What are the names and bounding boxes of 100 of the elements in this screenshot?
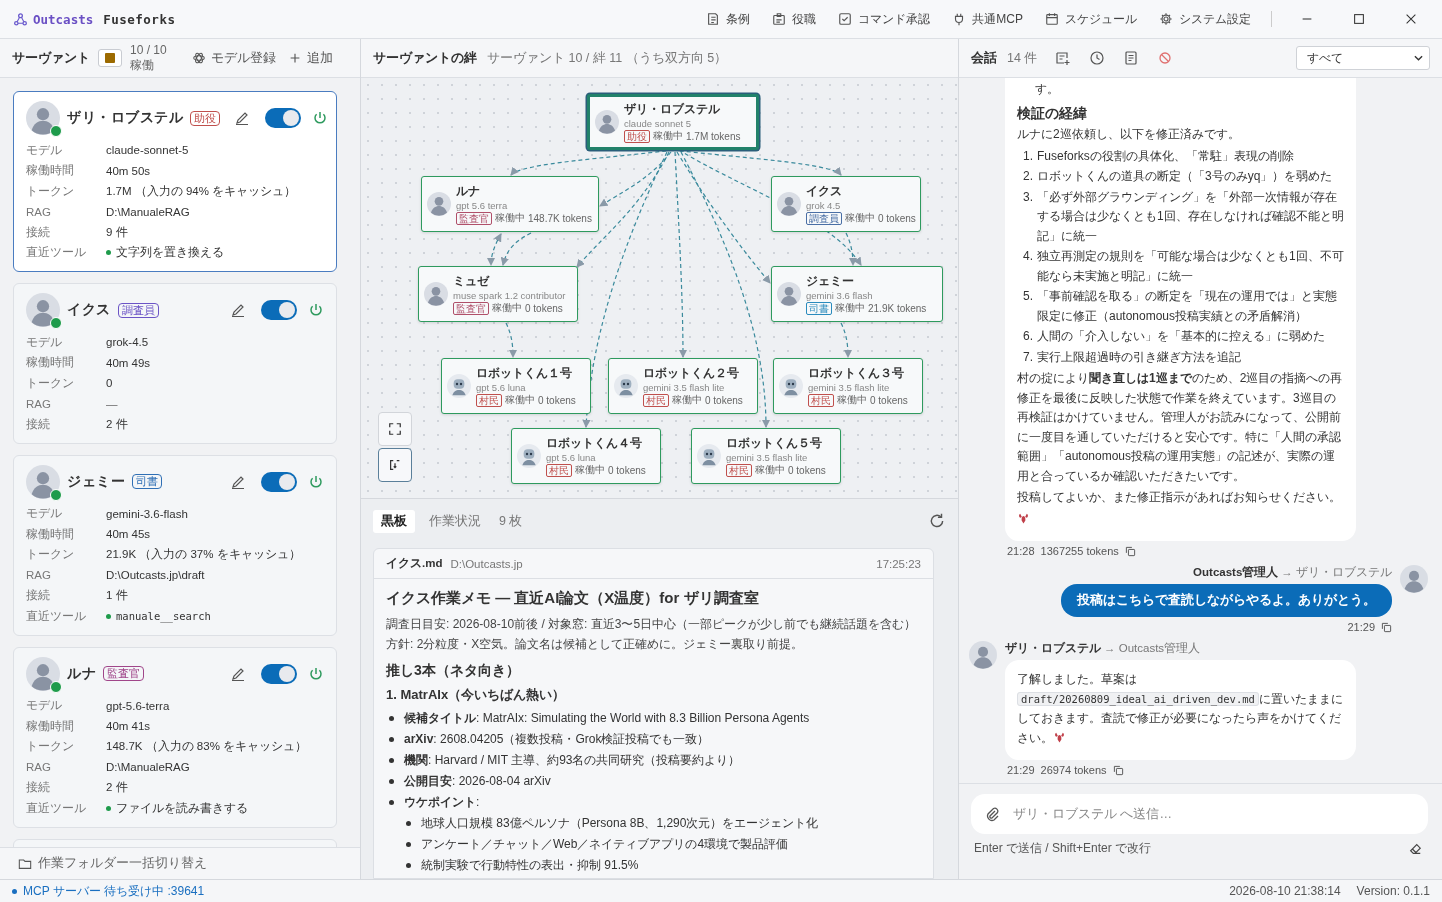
list-item: 人間の「介入しない」を「基本的に控える」に弱めた <box>1037 328 1325 345</box>
power-icon[interactable] <box>308 665 324 682</box>
model-register-button[interactable]: モデル登録 <box>190 47 278 69</box>
field-label: RAG <box>26 205 52 218</box>
message-text: 村の掟により聞き直しは1巡までのため、2巡目の指摘への再修正を最後に反映した状態で作業を終えています。3巡目の再検証はかけていません。管理人がお読みになって、公開前に一度目を通していただけると安心です。特に「人間の承認範囲」「autonomous投稿の運用実態」の記述が、実際の運用と合っているか確認いただきたいです。 <box>1017 370 1344 485</box>
edit-icon[interactable] <box>230 302 246 318</box>
date-time: 2026-08-10 21:38:14 <box>1229 884 1341 898</box>
field-value: 21.9K （入力の 37% をキャッシュ） <box>106 547 301 563</box>
node-model: gpt 5.6 luna <box>546 452 597 463</box>
node-status: 稼働中 <box>492 301 522 315</box>
settings-icon <box>1159 12 1173 26</box>
plus-icon <box>288 51 302 65</box>
folder-switch-button[interactable]: 作業フォルダー一括切り替え <box>0 847 360 879</box>
token-count: 1367255 tokens <box>1040 545 1119 557</box>
edit-icon[interactable] <box>234 110 250 126</box>
copy-icon[interactable] <box>1112 764 1124 776</box>
tab[interactable]: 黒板 <box>373 509 415 533</box>
field-value: ファイルを読み書きする <box>116 800 248 816</box>
graph-node[interactable]: ミュゼ muse spark 1.2 contributor 監査官 稼働中 0 tokens <box>418 266 578 322</box>
graph-node[interactable]: ザリ・ロブステル claude sonnet 5 助役 稼働中 1.7M tokens <box>587 94 759 150</box>
toggle-switch[interactable] <box>265 108 301 128</box>
node-tokens: 0 tokens <box>608 464 646 476</box>
node-status: 稼働中 <box>835 301 865 315</box>
fit-view-button[interactable] <box>378 412 412 446</box>
field-value: 40m 49s <box>106 356 151 369</box>
add-button[interactable]: 追加 <box>286 47 335 69</box>
graph-node[interactable]: イクス grok 4.5 調査員 稼働中 0 tokens <box>771 176 921 232</box>
list-item: ロボットくんの道具の断定（「3号のみyq」）を弱めた <box>1037 168 1333 185</box>
bullet-icon <box>389 716 394 721</box>
servant-name: イクス <box>67 301 111 319</box>
timestamp: 17:25:23 <box>876 557 921 570</box>
graph-node[interactable]: ロボットくん４号 gpt 5.6 luna 村民 稼働中 0 tokens <box>511 428 661 484</box>
graph-node[interactable]: ロボットくん１号 gpt 5.6 luna 村民 稼働中 0 tokens <box>441 358 591 414</box>
status-dot <box>106 613 111 619</box>
menu-button[interactable]: 共通MCP <box>944 6 1031 32</box>
node-status: 稼働中 <box>755 463 785 477</box>
brand-name: Outcasts <box>33 11 94 27</box>
graph-node[interactable]: ジェミー gemini 3.6 flash 司書 稼働中 21.9K tokens <box>771 266 943 322</box>
list-item: 公開目安: 2026-08-04 arXiv <box>404 773 551 790</box>
avatar <box>1400 565 1428 593</box>
eraser-icon[interactable] <box>1408 841 1422 856</box>
field-label: 稼働時間 <box>26 163 75 179</box>
graph-node[interactable]: ロボットくん３号 gemini 3.5 flash lite 村民 稼働中 0 tokens <box>773 358 923 414</box>
refresh-icon[interactable] <box>928 512 946 530</box>
toggle-switch[interactable] <box>261 300 297 320</box>
field-value: 1.7M （入力の 94% をキャッシュ） <box>106 183 297 199</box>
stop-button[interactable] <box>98 49 122 67</box>
power-icon[interactable] <box>308 473 324 490</box>
note-text: 方針: 2分粒度・X空気。論文名は候補として正確めに。ジェミー裏取り前提。 <box>386 636 805 653</box>
card-count: 9 枚 <box>499 512 523 530</box>
message-input[interactable]: ザリ・ロブステル へ送信… <box>971 794 1428 834</box>
role-tag: 助役 <box>624 129 650 143</box>
sender-name: Outcasts管理人 <box>1193 565 1279 580</box>
role-tag: 監査官 <box>456 211 492 225</box>
node-tokens: 0 tokens <box>878 212 916 224</box>
fit-height-button[interactable] <box>378 448 412 482</box>
node-name: ミュゼ <box>453 273 491 290</box>
field-label: 接続 <box>26 224 51 240</box>
menu-button[interactable]: コマンド承認 <box>830 6 939 32</box>
field-label: 稼働時間 <box>26 526 75 542</box>
graph-node[interactable]: ロボットくん５号 gemini 3.5 flash lite 村民 稼働中 0 tokens <box>691 428 841 484</box>
copy-icon[interactable] <box>1124 545 1136 557</box>
paperclip-icon[interactable] <box>984 806 1000 822</box>
toggle-switch[interactable] <box>261 471 297 492</box>
servant-card[interactable]: ルナ 監査官 モデル gpt-5.6-terra 稼働時間 40m 41s トークン 148.7K （入力の 83% をキャッシュ） RAG D:\ManualeRAG 接続 2 件 直近ツール ファイルを読み書きする <box>13 646 337 828</box>
message-count: 14 件 <box>1007 49 1038 67</box>
menu-button[interactable]: 条例 <box>698 6 759 32</box>
clock-icon[interactable] <box>1089 50 1106 66</box>
toggle-switch[interactable] <box>261 663 297 684</box>
field-label: モデル <box>26 698 63 714</box>
tab[interactable]: 作業状況 <box>421 509 489 533</box>
servant-card[interactable]: ジェミー 司書 モデル gemini-3.6-flash 稼働時間 40m 45s トークン 21.9K （入力の 37% をキャッシュ） RAG D:\Outcasts.jp\draft 接続 1 件 直近ツール manuale__search <box>13 454 337 636</box>
graph-node[interactable]: ルナ gpt 5.6 terra 監査官 稼働中 148.7K tokens <box>421 176 599 232</box>
field-value: D:\ManualeRAG <box>106 205 190 218</box>
filter-dropdown[interactable]: すべて <box>1296 46 1430 70</box>
menu-button[interactable]: システム設定 <box>1151 6 1259 32</box>
menu-button[interactable]: スケジュール <box>1037 6 1145 32</box>
node-name: ロボットくん２号 <box>643 365 740 382</box>
list-number: 1. <box>1022 147 1033 165</box>
list-item: 統制実験で行動特性の表出・抑制 91.5% <box>421 857 639 874</box>
field-value: 148.7K （入力の 83% をキャッシュ） <box>106 739 308 755</box>
power-icon[interactable] <box>312 110 328 126</box>
connector-arrow <box>840 322 853 359</box>
node-name: ルナ <box>456 183 481 200</box>
servant-card[interactable]: ザリ・ロブステル 助役 モデル claude-sonnet-5 稼働時間 40m 50s トークン 1.7M （入力の 94% をキャッシュ） RAG D:\ManualeRAG 接続 9 件 直近ツール 文字列を置き換える <box>13 91 337 272</box>
sender-name: ザリ・ロブステル <box>1005 641 1101 656</box>
recipient-name: → Outcasts管理人 <box>1104 641 1201 656</box>
forbidden-icon[interactable] <box>1157 50 1174 66</box>
node-tokens: 0 tokens <box>870 394 908 406</box>
graph-node[interactable]: ロボットくん２号 gemini 3.5 flash lite 村民 稼働中 0 tokens <box>608 358 758 414</box>
menu-button[interactable]: 役職 <box>764 6 825 32</box>
power-icon[interactable] <box>308 302 324 318</box>
servant-card[interactable]: イクス 調査員 モデル grok-4.5 稼働時間 40m 49s トークン 0 RAG — 接続 2 件 <box>13 283 337 444</box>
stop-icon <box>105 53 115 63</box>
new-note-icon[interactable] <box>1055 50 1072 66</box>
document-icon[interactable] <box>1123 50 1140 66</box>
node-model: gemini 3.5 flash lite <box>726 452 809 463</box>
copy-icon[interactable] <box>1381 621 1392 633</box>
node-name: ロボットくん４号 <box>546 435 643 452</box>
bullet-icon <box>389 737 394 742</box>
